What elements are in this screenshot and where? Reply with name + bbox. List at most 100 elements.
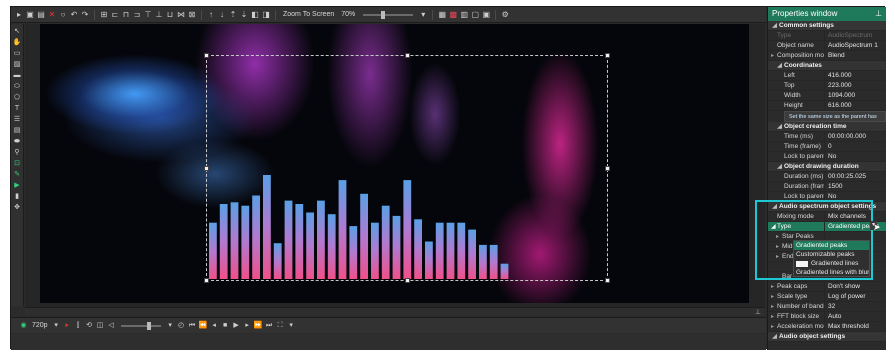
- volume-icon[interactable]: ◁: [107, 321, 116, 331]
- collapse-icon[interactable]: ◢: [777, 163, 782, 170]
- first-frame-icon[interactable]: ⏮: [188, 321, 197, 331]
- chevron-down-icon[interactable]: ▾: [418, 10, 428, 20]
- snap-icon[interactable]: ▩: [448, 10, 458, 20]
- prop-lock-parent[interactable]: Lock to parent dNo: [768, 152, 886, 162]
- send-back-icon[interactable]: ⇣: [239, 10, 249, 20]
- prop-value[interactable]: No: [824, 152, 886, 161]
- prop-scale-type[interactable]: ▸ Scale type Log of power: [768, 292, 886, 302]
- prop-value[interactable]: No: [824, 192, 886, 201]
- prop-value[interactable]: 416.000: [824, 71, 886, 80]
- image-icon[interactable]: ▨: [13, 60, 22, 69]
- resize-handle-nw[interactable]: [204, 53, 209, 58]
- zoom-value[interactable]: 70%: [338, 11, 358, 18]
- prop-lock-parent-duration[interactable]: Lock to parent dNo: [768, 192, 886, 202]
- undo-icon[interactable]: ↶: [69, 10, 79, 20]
- prop-height[interactable]: Height 616.000: [768, 101, 886, 111]
- chevron-down-icon[interactable]: ▾: [287, 321, 296, 331]
- distribute-icon[interactable]: ⋈: [176, 10, 186, 20]
- section-audio-spectrum-settings[interactable]: ◢ Audio spectrum object settings: [768, 202, 886, 212]
- clock-icon[interactable]: ◴: [177, 321, 186, 331]
- move-icon[interactable]: ✥: [13, 203, 22, 212]
- collapse-icon[interactable]: ◢: [777, 123, 782, 130]
- select-icon[interactable]: ▸: [14, 10, 24, 20]
- play-icon[interactable]: ▶: [232, 321, 241, 331]
- zoom-slider[interactable]: [363, 10, 414, 19]
- audio-spectrum-icon[interactable]: ⚲: [13, 148, 22, 157]
- prop-fft-block-size[interactable]: ▸ FFT block size Auto: [768, 312, 886, 322]
- prop-spectrum-type[interactable]: ◢ Type Gradiented peaks: [768, 222, 886, 232]
- selection-frame[interactable]: [204, 53, 610, 283]
- align-center-icon[interactable]: ⊓: [121, 10, 131, 20]
- resize-handle-w[interactable]: [204, 166, 209, 171]
- last-frame-icon[interactable]: ⏭: [265, 321, 274, 331]
- expand-icon[interactable]: ▸: [776, 242, 779, 252]
- section-drawing-duration[interactable]: ◢ Object drawing duration: [768, 162, 886, 172]
- mark-icon[interactable]: ⫿: [74, 321, 83, 331]
- prop-time-frame[interactable]: Time (frame) 0: [768, 142, 886, 152]
- next-frame-icon[interactable]: ▸: [243, 321, 252, 331]
- zoom-slider-thumb[interactable]: [381, 10, 386, 19]
- prop-width[interactable]: Width 1094.000: [768, 91, 886, 101]
- dropdown-option-customizable-peaks[interactable]: Customizable peaks: [794, 250, 869, 259]
- prop-value[interactable]: Mix channels: [824, 212, 886, 221]
- prop-number-of-bands[interactable]: ▸ Number of bands 32: [768, 302, 886, 312]
- collapse-icon[interactable]: ◢: [772, 333, 777, 340]
- grid-icon[interactable]: ▦: [437, 10, 447, 20]
- section-audio-object-settings[interactable]: ◢ Audio object settings: [768, 332, 886, 342]
- ungroup-icon[interactable]: ◨: [261, 10, 271, 20]
- prop-object-name[interactable]: Object name AudioSpectrum 1: [768, 41, 886, 51]
- align-top-icon[interactable]: ⊤: [143, 10, 153, 20]
- prop-mixing-mode[interactable]: Mixing mode Mix channels: [768, 212, 886, 222]
- resize-handle-e[interactable]: [605, 166, 610, 171]
- expand-icon[interactable]: ▸: [776, 252, 779, 262]
- prop-value[interactable]: 00:00:00.000: [824, 132, 886, 141]
- expand-icon[interactable]: ▸: [771, 51, 774, 61]
- scene-preview[interactable]: [40, 24, 749, 303]
- set-parent-size-button[interactable]: Set the same size as the parent has: [784, 111, 886, 122]
- loop-icon[interactable]: ⟲: [85, 321, 94, 331]
- prop-value[interactable]: 1094.000: [824, 91, 886, 100]
- next-fast-icon[interactable]: ⏩: [254, 321, 263, 331]
- resize-handle-s[interactable]: [405, 278, 410, 283]
- prop-duration-frames[interactable]: Duration (frames1500: [768, 182, 886, 192]
- rectangle-icon[interactable]: ▬: [13, 71, 22, 80]
- prop-value[interactable]: 223.000: [824, 81, 886, 90]
- arrow-up-icon[interactable]: ↑: [206, 10, 216, 20]
- collapse-icon[interactable]: ◢: [771, 222, 776, 232]
- canvas-scrollbar[interactable]: ⊥: [25, 307, 765, 316]
- settings-icon[interactable]: ⚙: [500, 10, 510, 20]
- dropdown-option-gradiented-lines[interactable]: Gradiented lines: [794, 259, 869, 268]
- prop-top[interactable]: Top 223.000: [768, 81, 886, 91]
- bring-front-icon[interactable]: ⇡: [228, 10, 238, 20]
- subtitle-icon[interactable]: ☰: [13, 115, 22, 124]
- prop-acceleration-mode[interactable]: ▸Acceleration modeMax threshold: [768, 322, 886, 332]
- stop-icon[interactable]: ○: [58, 10, 68, 20]
- fit-icon[interactable]: ⊠: [187, 10, 197, 20]
- zoom-mode-select[interactable]: Zoom To Screen: [280, 11, 337, 18]
- chevron-down-icon[interactable]: ▾: [52, 321, 61, 331]
- prop-value[interactable]: Max threshold: [824, 322, 886, 331]
- resolution-select[interactable]: 720p: [30, 322, 50, 329]
- expand-icon[interactable]: ▸: [771, 312, 774, 322]
- prop-duration-ms[interactable]: Duration (ms) 00:00:25.025: [768, 172, 886, 182]
- ellipse-icon[interactable]: ⬭: [13, 82, 22, 91]
- video-icon[interactable]: ▭: [13, 49, 22, 58]
- resize-handle-sw[interactable]: [204, 278, 209, 283]
- expand-icon[interactable]: ▸: [771, 292, 774, 302]
- pin-icon[interactable]: ⊥: [875, 7, 882, 21]
- expand-icon[interactable]: ▸: [771, 322, 774, 332]
- snapshot-icon[interactable]: ◫: [96, 321, 105, 331]
- prop-value[interactable]: 0: [824, 142, 886, 151]
- sprite-icon[interactable]: ⬬: [13, 137, 22, 146]
- align-right-icon[interactable]: ⊐: [132, 10, 142, 20]
- delete-icon[interactable]: ✕: [47, 10, 57, 20]
- prop-time-ms[interactable]: Time (ms) 00:00:00.000: [768, 132, 886, 142]
- expand-icon[interactable]: ▸: [771, 282, 774, 292]
- align-bottom-icon[interactable]: ⊔: [165, 10, 175, 20]
- prop-value[interactable]: Don't show: [824, 282, 886, 291]
- copy-icon[interactable]: ▣: [25, 10, 35, 20]
- section-creation-time[interactable]: ◢ Object creation time: [768, 122, 886, 132]
- prop-value[interactable]: AudioSpectrum 1: [824, 41, 886, 50]
- prop-type[interactable]: Type AudioSpectrum: [768, 31, 886, 41]
- prop-value[interactable]: Log of power: [824, 292, 886, 301]
